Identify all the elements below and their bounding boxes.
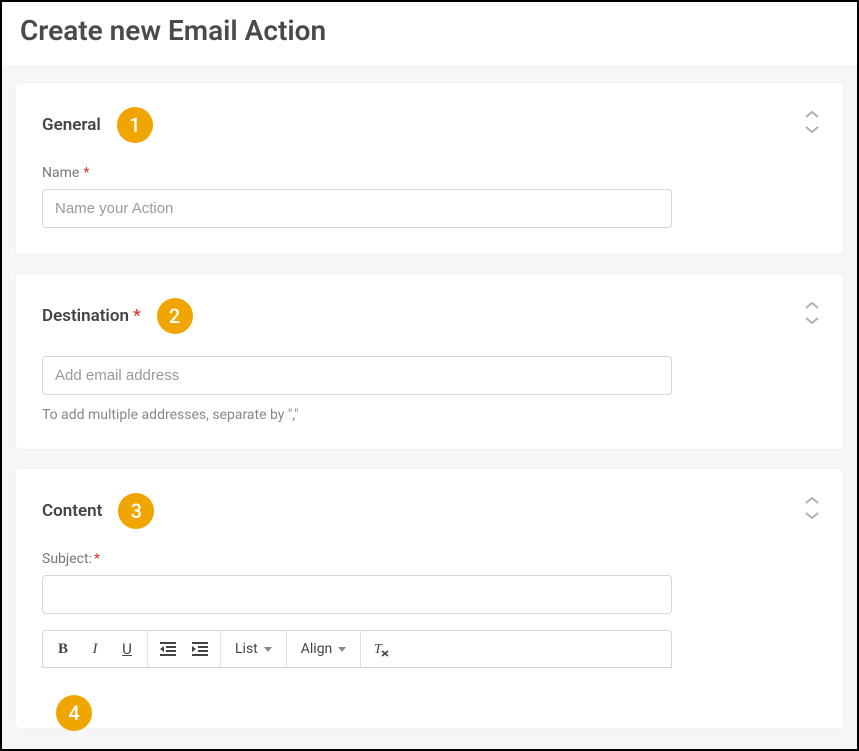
annotation-badge-2: 2 [157,298,193,334]
panel-content-header: Content 3 [42,493,817,529]
name-input[interactable] [42,189,672,228]
panel-destination-header: Destination* 2 [42,298,817,334]
toolbar-group-align: Align [287,631,362,667]
italic-icon: I [93,641,98,658]
toolbar-group-indent [148,631,221,667]
panel-general: General 1 Name* [16,83,843,254]
caret-down-icon [264,647,272,652]
annotation-badge-4: 4 [56,695,92,731]
destination-helper: To add multiple addresses, separate by "… [42,407,817,423]
editor-toolbar: B I U [42,630,672,668]
list-dropdown[interactable]: List [225,631,282,667]
panel-general-title: General [42,115,101,135]
collapse-toggle-general[interactable] [803,111,821,133]
toolbar-group-clear: T [361,631,401,667]
underline-icon: U [122,640,132,658]
indent-icon [192,642,208,656]
clear-formatting-icon: T [372,641,390,657]
app-frame: Create new Email Action General 1 Name* [0,0,859,751]
italic-button[interactable]: I [79,631,111,667]
bold-button[interactable]: B [47,631,79,667]
panel-destination-title: Destination* [42,306,141,326]
indent-button[interactable] [184,631,216,667]
page-header: Create new Email Action [2,2,857,65]
name-label: Name* [42,165,817,181]
outdent-button[interactable] [152,631,184,667]
form-body: General 1 Name* Destination* 2 [2,65,857,751]
subject-input[interactable] [42,575,672,614]
panel-content: Content 3 Subject:* B I [16,469,843,728]
collapse-icon [803,111,821,133]
panel-general-header: General 1 [42,107,817,143]
panel-content-title: Content [42,501,102,521]
annotation-badge-3: 3 [118,493,154,529]
align-dropdown[interactable]: Align [291,631,357,667]
toolbar-group-list: List [221,631,287,667]
destination-email-input[interactable] [42,356,672,395]
outdent-icon [160,642,176,656]
collapse-toggle-content[interactable] [803,497,821,519]
toolbar-group-format: B I U [43,631,148,667]
collapse-icon [803,302,821,324]
svg-text:T: T [374,642,383,657]
collapse-toggle-destination[interactable] [803,302,821,324]
annotation-badge-1: 1 [117,107,153,143]
caret-down-icon [338,647,346,652]
subject-label: Subject:* [42,551,817,567]
bold-icon: B [58,641,68,658]
panel-destination: Destination* 2 To add multiple addresses… [16,274,843,449]
collapse-icon [803,497,821,519]
underline-button[interactable]: U [111,631,143,667]
page-title: Create new Email Action [20,14,839,47]
clear-formatting-button[interactable]: T [365,631,397,667]
